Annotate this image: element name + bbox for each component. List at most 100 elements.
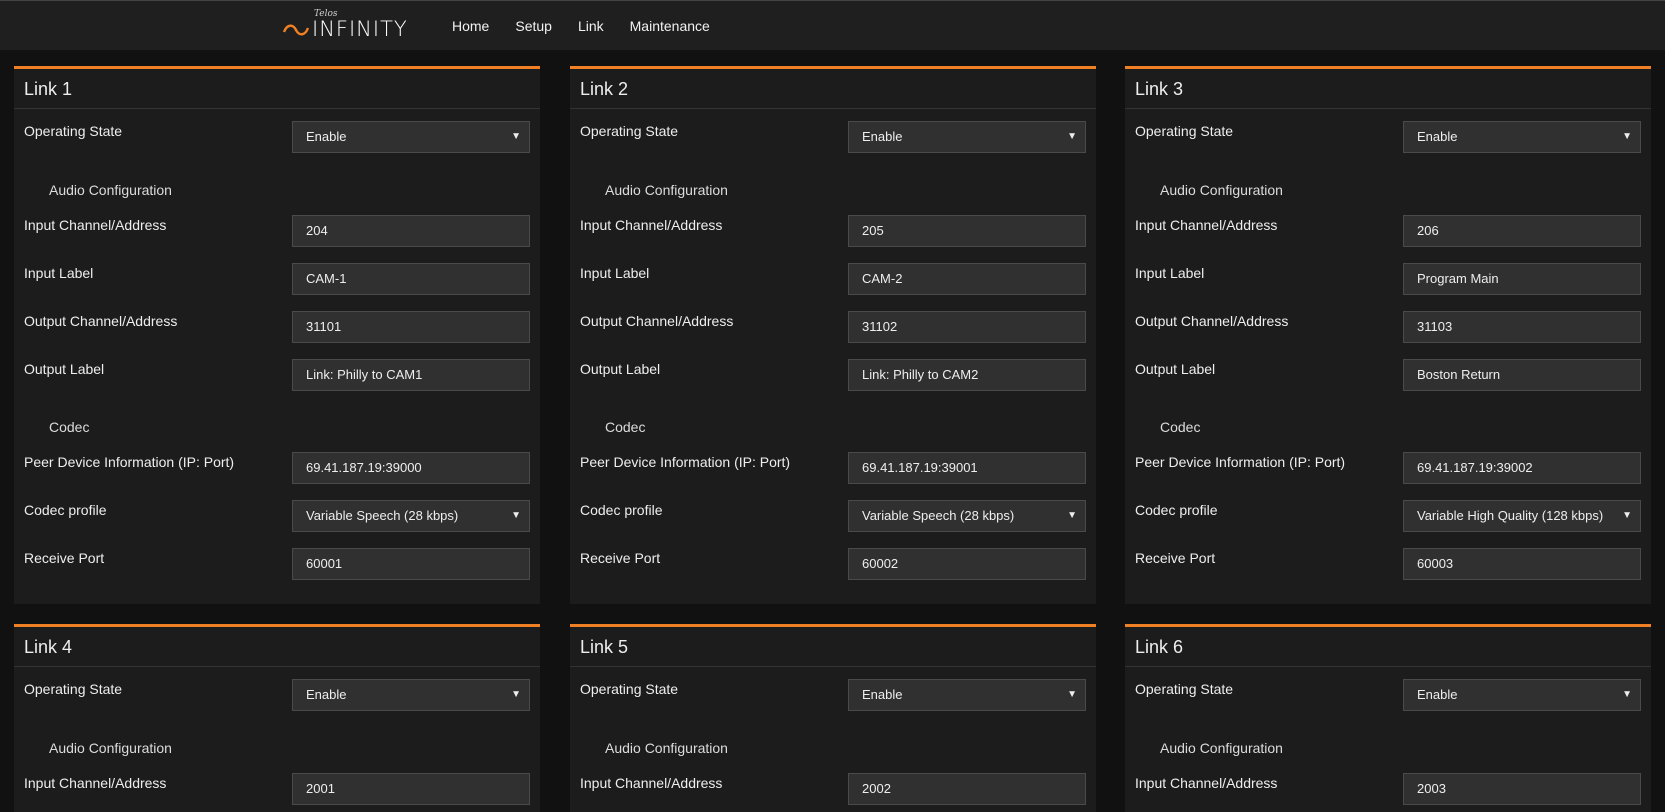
link-panel-6: Link 6 Operating State Enable ▼ Audio Con… — [1125, 624, 1651, 812]
codec-heading: Codec — [49, 419, 90, 435]
caret-down-icon: ▼ — [1622, 131, 1632, 142]
input-channel-field[interactable]: 2003 — [1403, 773, 1641, 805]
caret-down-icon: ▼ — [1067, 131, 1077, 142]
audio-configuration-heading: Audio Configuration — [49, 740, 172, 756]
input-channel-field[interactable]: 204 — [292, 215, 530, 247]
codec-profile-select[interactable]: Variable Speech (28 kbps) ▼ — [848, 500, 1086, 532]
nav-home[interactable]: Home — [452, 18, 489, 34]
output-channel-field[interactable]: 31102 — [848, 311, 1086, 343]
operating-state-value: Enable — [1417, 687, 1458, 702]
link-panel-2: Link 2 Operating State Enable ▼ Audio Con… — [570, 66, 1096, 604]
operating-state-value: Enable — [306, 687, 347, 702]
output-label-label: Output Label — [580, 361, 661, 377]
codec-heading: Codec — [605, 419, 646, 435]
top-navbar: Telos INFINITY Home Setup Link Maintenan… — [0, 0, 1665, 50]
input-label-field[interactable]: CAM-2 — [848, 263, 1086, 295]
peer-device-label: Peer Device Information (IP: Port) — [1135, 454, 1346, 470]
input-channel-label: Input Channel/Address — [1135, 775, 1278, 791]
nav-maintenance[interactable]: Maintenance — [630, 18, 710, 34]
operating-state-value: Enable — [306, 129, 347, 144]
operating-state-select[interactable]: Enable ▼ — [1403, 679, 1641, 711]
input-channel-label: Input Channel/Address — [24, 217, 167, 233]
input-label-label: Input Label — [580, 265, 650, 281]
audio-configuration-heading: Audio Configuration — [605, 182, 728, 198]
caret-down-icon: ▼ — [1622, 689, 1632, 700]
output-channel-label: Output Channel/Address — [1135, 313, 1289, 329]
operating-state-label: Operating State — [1135, 681, 1234, 697]
peer-device-label: Peer Device Information (IP: Port) — [580, 454, 791, 470]
operating-state-label: Operating State — [24, 123, 123, 139]
receive-port-field[interactable]: 60001 — [292, 548, 530, 580]
telos-arc-logo-icon — [282, 24, 310, 36]
main-nav: Home Setup Link Maintenance — [452, 1, 736, 51]
input-channel-field[interactable]: 206 — [1403, 215, 1641, 247]
output-channel-field[interactable]: 31103 — [1403, 311, 1641, 343]
audio-configuration-heading: Audio Configuration — [1160, 740, 1283, 756]
panel-title: Link 6 — [1125, 627, 1651, 667]
operating-state-value: Enable — [862, 687, 903, 702]
panel-title: Link 3 — [1125, 69, 1651, 109]
panel-title: Link 5 — [570, 627, 1096, 667]
audio-configuration-heading: Audio Configuration — [1160, 182, 1283, 198]
peer-device-label: Peer Device Information (IP: Port) — [24, 454, 235, 470]
peer-device-field[interactable]: 69.41.187.19:39002 — [1403, 452, 1641, 484]
caret-down-icon: ▼ — [1067, 510, 1077, 521]
receive-port-label: Receive Port — [1135, 550, 1216, 566]
audio-configuration-heading: Audio Configuration — [605, 740, 728, 756]
operating-state-select[interactable]: Enable ▼ — [848, 121, 1086, 153]
link-panel-3: Link 3 Operating State Enable ▼ Audio Con… — [1125, 66, 1651, 604]
operating-state-value: Enable — [862, 129, 903, 144]
operating-state-label: Operating State — [24, 681, 123, 697]
operating-state-label: Operating State — [1135, 123, 1234, 139]
receive-port-label: Receive Port — [24, 550, 105, 566]
brand-name: INFINITY — [312, 17, 408, 41]
codec-profile-select[interactable]: Variable High Quality (128 kbps) ▼ — [1403, 500, 1641, 532]
peer-device-field[interactable]: 69.41.187.19:39001 — [848, 452, 1086, 484]
link-panel-4: Link 4 Operating State Enable ▼ Audio Con… — [14, 624, 540, 812]
output-channel-label: Output Channel/Address — [580, 313, 734, 329]
input-label-field[interactable]: CAM-1 — [292, 263, 530, 295]
input-channel-field[interactable]: 2002 — [848, 773, 1086, 805]
codec-profile-value: Variable Speech (28 kbps) — [306, 508, 459, 523]
receive-port-label: Receive Port — [580, 550, 661, 566]
caret-down-icon: ▼ — [511, 510, 521, 521]
codec-profile-label: Codec profile — [580, 502, 663, 518]
operating-state-select[interactable]: Enable ▼ — [292, 679, 530, 711]
caret-down-icon: ▼ — [511, 689, 521, 700]
codec-heading: Codec — [1160, 419, 1201, 435]
input-channel-label: Input Channel/Address — [580, 217, 723, 233]
input-channel-field[interactable]: 2001 — [292, 773, 530, 805]
output-channel-label: Output Channel/Address — [24, 313, 178, 329]
operating-state-select[interactable]: Enable ▼ — [1403, 121, 1641, 153]
input-label-field[interactable]: Program Main — [1403, 263, 1641, 295]
operating-state-label: Operating State — [580, 123, 679, 139]
codec-profile-value: Variable Speech (28 kbps) — [862, 508, 1015, 523]
input-channel-label: Input Channel/Address — [580, 775, 723, 791]
output-label-field[interactable]: Link: Philly to CAM1 — [292, 359, 530, 391]
operating-state-select[interactable]: Enable ▼ — [292, 121, 530, 153]
nav-link[interactable]: Link — [578, 18, 604, 34]
input-label-label: Input Label — [24, 265, 94, 281]
codec-profile-value: Variable High Quality (128 kbps) — [1417, 508, 1604, 523]
input-channel-label: Input Channel/Address — [24, 775, 167, 791]
input-label-label: Input Label — [1135, 265, 1205, 281]
operating-state-select[interactable]: Enable ▼ — [848, 679, 1086, 711]
codec-profile-select[interactable]: Variable Speech (28 kbps) ▼ — [292, 500, 530, 532]
input-channel-label: Input Channel/Address — [1135, 217, 1278, 233]
audio-configuration-heading: Audio Configuration — [49, 182, 172, 198]
peer-device-field[interactable]: 69.41.187.19:39000 — [292, 452, 530, 484]
codec-profile-label: Codec profile — [24, 502, 107, 518]
receive-port-field[interactable]: 60002 — [848, 548, 1086, 580]
operating-state-value: Enable — [1417, 129, 1458, 144]
input-channel-field[interactable]: 205 — [848, 215, 1086, 247]
output-label-field[interactable]: Link: Philly to CAM2 — [848, 359, 1086, 391]
output-label-label: Output Label — [1135, 361, 1216, 377]
nav-setup[interactable]: Setup — [515, 18, 552, 34]
operating-state-label: Operating State — [580, 681, 679, 697]
panel-title: Link 4 — [14, 627, 540, 667]
receive-port-field[interactable]: 60003 — [1403, 548, 1641, 580]
output-label-field[interactable]: Boston Return — [1403, 359, 1641, 391]
caret-down-icon: ▼ — [1067, 689, 1077, 700]
output-channel-field[interactable]: 31101 — [292, 311, 530, 343]
output-label-label: Output Label — [24, 361, 105, 377]
